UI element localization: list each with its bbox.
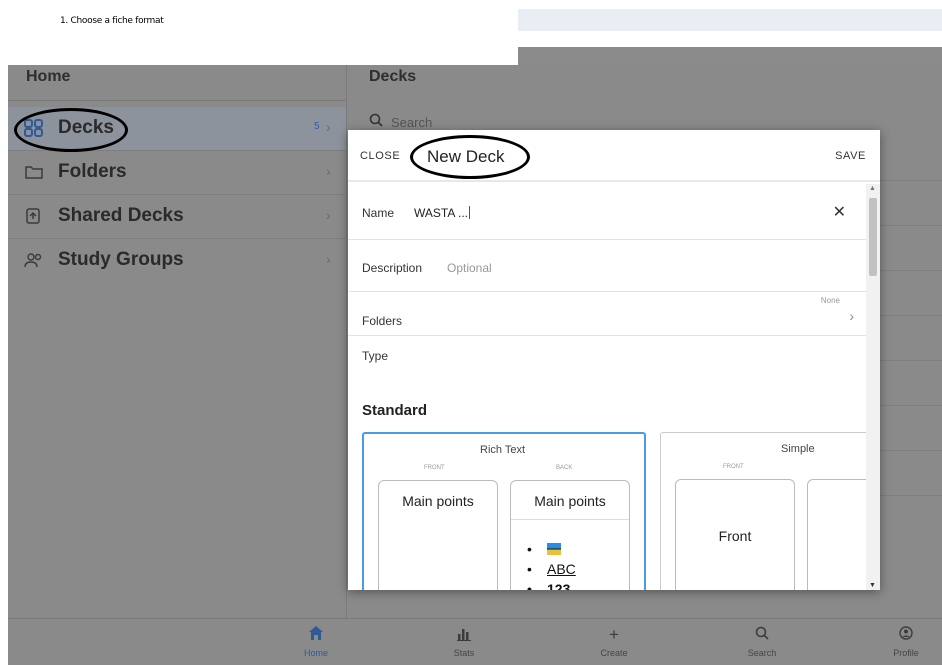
name-field[interactable]: WASTA ... bbox=[414, 206, 471, 220]
tab-label: Profile bbox=[893, 648, 919, 658]
back-preview bbox=[807, 479, 866, 590]
type-label: Type bbox=[362, 349, 389, 363]
people-icon bbox=[24, 251, 44, 269]
front-label: FRONT bbox=[424, 465, 445, 471]
scroll-down-icon[interactable]: ▼ bbox=[869, 582, 876, 589]
tab-profile[interactable]: Profile bbox=[866, 625, 942, 658]
card-type-title: Rich Text bbox=[480, 444, 526, 456]
sidebar-title: Home bbox=[26, 68, 71, 85]
folders-row[interactable]: Folders None › bbox=[348, 292, 866, 336]
sidebar-item-label: Shared Decks bbox=[58, 205, 184, 226]
list-item: ABC bbox=[527, 559, 576, 579]
new-deck-modal: CLOSE New Deck SAVE Name WASTA ... ✕ Des… bbox=[348, 130, 880, 590]
stats-icon bbox=[424, 625, 504, 645]
folder-icon bbox=[24, 163, 44, 181]
modal-scrollbar[interactable]: ▲ ▼ bbox=[866, 184, 880, 590]
chevron-right-icon: › bbox=[849, 308, 854, 324]
folders-value: None bbox=[820, 296, 840, 305]
list-item: 123 bbox=[527, 579, 576, 590]
tab-bar: Home Stats + Create Search Profile bbox=[8, 618, 942, 665]
shared-icon bbox=[24, 207, 44, 225]
type-card-simple[interactable]: Simple FRONT Front bbox=[660, 432, 866, 590]
front-label: FRONT bbox=[723, 464, 744, 470]
annotation-oval-title bbox=[410, 135, 530, 179]
tab-search[interactable]: Search bbox=[722, 625, 802, 658]
modal-body: Name WASTA ... ✕ Description Optional Fo… bbox=[348, 184, 866, 590]
plus-icon: + bbox=[609, 625, 619, 644]
front-preview-text: Front bbox=[718, 528, 752, 544]
scroll-up-icon[interactable]: ▲ bbox=[869, 185, 876, 192]
instruction-caption: 1. Choose a fiche format bbox=[60, 16, 164, 26]
search-icon bbox=[369, 113, 383, 130]
profile-icon bbox=[866, 625, 942, 645]
description-label: Description bbox=[362, 261, 423, 275]
section-title-standard: Standard bbox=[362, 402, 428, 419]
sidebar-item-label: Study Groups bbox=[58, 249, 184, 270]
sidebar-item-label: Folders bbox=[58, 161, 127, 182]
save-button[interactable]: SAVE bbox=[835, 150, 866, 162]
content-header: Decks bbox=[346, 65, 942, 101]
content-title: Decks bbox=[369, 68, 417, 85]
text-caret bbox=[469, 206, 471, 219]
deck-count-badge: 5 bbox=[314, 121, 320, 132]
top-strip bbox=[518, 47, 942, 65]
home-icon bbox=[276, 625, 356, 645]
sidebar-item-shared-decks[interactable]: Shared Decks › bbox=[8, 195, 346, 239]
sidebar-header: Home bbox=[8, 65, 346, 101]
name-field-row: Name WASTA ... ✕ bbox=[348, 184, 866, 240]
screen: 1. Choose a fiche format Home Decks 5 › … bbox=[0, 0, 942, 665]
list-item bbox=[527, 539, 576, 559]
back-label: BACK bbox=[556, 465, 573, 471]
description-field[interactable]: Optional bbox=[447, 261, 492, 275]
chevron-right-icon: › bbox=[326, 163, 331, 179]
front-preview: Front bbox=[675, 479, 795, 590]
back-preview: Main points ABC 123 bbox=[510, 480, 630, 590]
close-button[interactable]: CLOSE bbox=[360, 150, 400, 162]
tab-home[interactable]: Home bbox=[276, 625, 356, 658]
scrollbar-thumb[interactable] bbox=[869, 198, 877, 276]
search-icon bbox=[722, 625, 802, 645]
back-preview-text: Main points bbox=[534, 493, 606, 509]
tab-stats[interactable]: Stats bbox=[424, 625, 504, 658]
description-field-row: Description Optional bbox=[348, 240, 866, 292]
chevron-right-icon: › bbox=[326, 207, 331, 223]
folders-label: Folders bbox=[362, 314, 403, 328]
sidebar-item-study-groups[interactable]: Study Groups › bbox=[8, 239, 346, 283]
tab-label: Search bbox=[747, 648, 777, 658]
front-preview-text: Main points bbox=[402, 493, 474, 509]
chevron-right-icon: › bbox=[326, 119, 331, 135]
image-icon bbox=[547, 543, 561, 555]
preview-list: ABC 123 bbox=[527, 539, 576, 590]
type-card-rich-text[interactable]: Rich Text FRONT BACK Main points Main po… bbox=[362, 432, 646, 590]
chevron-right-icon: › bbox=[326, 251, 331, 267]
sidebar-item-folders[interactable]: Folders › bbox=[8, 151, 346, 195]
browser-bar bbox=[518, 9, 942, 31]
name-value: WASTA ... bbox=[414, 206, 469, 220]
annotation-oval-decks bbox=[14, 108, 128, 152]
search-input[interactable]: Search bbox=[391, 115, 432, 130]
card-type-title: Simple bbox=[781, 443, 815, 455]
name-label: Name bbox=[362, 206, 395, 220]
tab-label: Stats bbox=[453, 648, 475, 658]
tab-label: Home bbox=[303, 648, 328, 658]
tab-create[interactable]: + Create bbox=[574, 625, 654, 658]
front-preview: Main points bbox=[378, 480, 498, 590]
tab-label: Create bbox=[600, 648, 628, 658]
divider bbox=[511, 519, 629, 520]
clear-icon[interactable]: ✕ bbox=[833, 202, 846, 222]
